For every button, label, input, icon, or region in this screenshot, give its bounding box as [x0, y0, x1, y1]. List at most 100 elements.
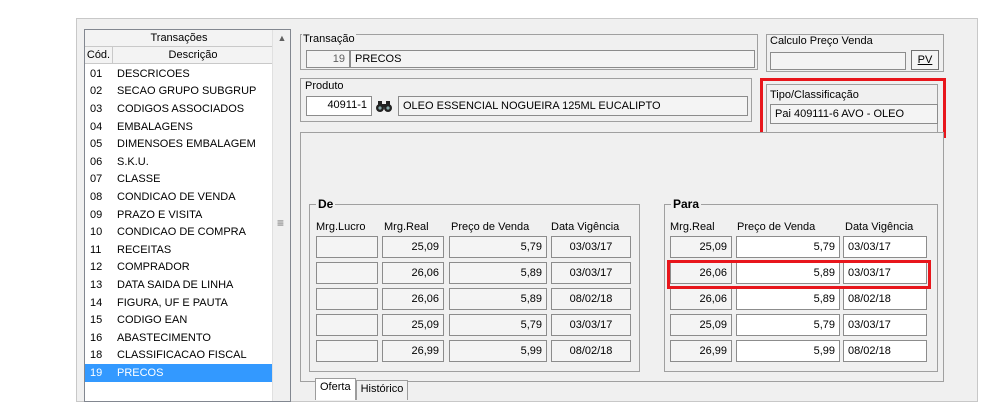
list-item-code: 18 — [90, 349, 103, 362]
list-item[interactable]: 15 CODIGO EAN — [85, 311, 273, 329]
para-mrg-real-field[interactable]: 26,06 — [670, 288, 732, 310]
de-data-field[interactable]: 03/03/17 — [551, 236, 631, 258]
de-header-data: Data Vigência — [551, 221, 620, 233]
para-data-field[interactable]: 03/03/17 — [843, 236, 927, 258]
de-mrg-lucro-field[interactable] — [316, 340, 378, 362]
list-item[interactable]: 02 SECAO GRUPO SUBGRUP — [85, 83, 273, 101]
para-mrg-real-field[interactable]: 25,09 — [670, 236, 732, 258]
de-mrg-real-field[interactable]: 26,06 — [382, 288, 444, 310]
de-preco-field[interactable]: 5,89 — [449, 262, 547, 284]
list-item-description: DIMENSOES EMBALAGEM — [117, 138, 256, 151]
de-mrg-lucro-field[interactable] — [316, 314, 378, 336]
list-item-code: 13 — [90, 278, 103, 291]
de-header-mrg-real: Mrg.Real — [384, 221, 429, 233]
de-mrg-lucro-field[interactable] — [316, 236, 378, 258]
list-scrollbar[interactable]: ▲ ≡ — [272, 30, 290, 401]
de-mrg-real-field[interactable]: 26,99 — [382, 340, 444, 362]
para-data-field[interactable]: 08/02/18 — [843, 288, 927, 310]
list-item[interactable]: 03 CODIGOS ASSOCIADOS — [85, 100, 273, 118]
list-column-headers: Cód. Descrição — [85, 47, 273, 64]
de-preco-field[interactable]: 5,99 — [449, 340, 547, 362]
list-item[interactable]: 19 PRECOS — [85, 364, 273, 382]
column-header-code[interactable]: Cód. — [85, 47, 113, 63]
de-preco-field[interactable]: 5,79 — [449, 236, 547, 258]
list-item-description: DATA SAIDA DE LINHA — [117, 278, 234, 291]
highlight-para-row — [667, 260, 931, 289]
tab-historico[interactable]: Histórico — [355, 380, 409, 400]
scroll-up-arrow-icon[interactable]: ▲ — [273, 30, 290, 47]
para-preco-field[interactable]: 5,79 — [736, 236, 840, 258]
calculo-field[interactable] — [770, 52, 906, 70]
list-item-description: COMPRADOR — [117, 261, 190, 274]
list-item-description: PRAZO E VISITA — [117, 208, 203, 221]
list-item[interactable]: 01 DESCRICOES — [85, 65, 273, 83]
list-item-code: 04 — [90, 120, 103, 133]
list-item[interactable]: 18 CLASSIFICACAO FISCAL — [85, 347, 273, 365]
list-item-description: CODIGOS ASSOCIADOS — [117, 102, 245, 115]
pv-button[interactable]: PV — [911, 50, 939, 70]
para-preco-field[interactable]: 5,89 — [736, 288, 840, 310]
para-header-data: Data Vigência — [845, 221, 914, 233]
list-item[interactable]: 11 RECEITAS — [85, 241, 273, 259]
de-data-field[interactable]: 03/03/17 — [551, 262, 631, 284]
list-item-description: RECEITAS — [117, 243, 172, 256]
list-item-code: 03 — [90, 102, 103, 115]
list-item[interactable]: 14 FIGURA, UF E PAUTA — [85, 294, 273, 312]
list-item-description: PRECOS — [117, 366, 164, 379]
produto-label: Produto — [304, 80, 345, 92]
list-item[interactable]: 16 ABASTECIMENTO — [85, 329, 273, 347]
list-item-code: 12 — [90, 261, 103, 274]
list-item-description: ABASTECIMENTO — [117, 331, 211, 344]
de-mrg-lucro-field[interactable] — [316, 288, 378, 310]
list-item[interactable]: 09 PRAZO E VISITA — [85, 206, 273, 224]
produto-code-field[interactable]: 40911-1 — [306, 96, 372, 116]
list-item-description: CODIGO EAN — [117, 314, 188, 327]
para-label: Para — [671, 197, 702, 211]
list-item-code: 06 — [90, 155, 103, 168]
de-header-preco: Preço de Venda — [451, 221, 530, 233]
para-preco-field[interactable]: 5,99 — [736, 340, 840, 362]
list-item[interactable]: 06 S.K.U. — [85, 153, 273, 171]
list-item-description: CLASSIFICACAO FISCAL — [117, 349, 247, 362]
de-mrg-real-field[interactable]: 26,06 — [382, 262, 444, 284]
transacao-number-field[interactable]: 19 — [306, 50, 350, 68]
de-preco-field[interactable]: 5,89 — [449, 288, 547, 310]
de-mrg-lucro-field[interactable] — [316, 262, 378, 284]
de-label: De — [316, 197, 336, 211]
scroll-grip-icon[interactable]: ≡ — [277, 216, 284, 230]
para-mrg-real-field[interactable]: 26,99 — [670, 340, 732, 362]
list-item[interactable]: 12 COMPRADOR — [85, 259, 273, 277]
de-data-field[interactable]: 03/03/17 — [551, 314, 631, 336]
list-item[interactable]: 07 CLASSE — [85, 171, 273, 189]
list-item[interactable]: 10 CONDICAO DE COMPRA — [85, 223, 273, 241]
highlight-tipo-box — [760, 78, 946, 138]
de-data-field[interactable]: 08/02/18 — [551, 340, 631, 362]
list-item-code: 11 — [90, 243, 102, 256]
de-data-field[interactable]: 08/02/18 — [551, 288, 631, 310]
de-preco-field[interactable]: 5,79 — [449, 314, 547, 336]
para-data-field[interactable]: 03/03/17 — [843, 314, 927, 336]
list-item-description: CONDICAO DE COMPRA — [117, 226, 246, 239]
binoculars-icon[interactable] — [375, 97, 393, 115]
para-data-field[interactable]: 08/02/18 — [843, 340, 927, 362]
list-item-description: DESCRICOES — [117, 67, 190, 80]
list-item[interactable]: 04 EMBALAGENS — [85, 118, 273, 136]
de-mrg-real-field[interactable]: 25,09 — [382, 314, 444, 336]
para-header-preco: Preço de Venda — [737, 221, 816, 233]
list-item[interactable]: 08 CONDICAO DE VENDA — [85, 188, 273, 206]
produto-description-field[interactable]: OLEO ESSENCIAL NOGUEIRA 125ML EUCALIPTO — [398, 96, 748, 116]
list-item[interactable]: 05 DIMENSOES EMBALAGEM — [85, 135, 273, 153]
para-preco-field[interactable]: 5,79 — [736, 314, 840, 336]
list-item-code: 16 — [90, 331, 103, 344]
de-mrg-real-field[interactable]: 25,09 — [382, 236, 444, 258]
transacoes-list[interactable]: Transações Cód. Descrição 01 DESCRICOES 02… — [84, 29, 291, 402]
list-item-code: 10 — [90, 226, 103, 239]
list-item-description: SECAO GRUPO SUBGRUP — [117, 85, 257, 98]
para-mrg-real-field[interactable]: 25,09 — [670, 314, 732, 336]
list-item[interactable]: 13 DATA SAIDA DE LINHA — [85, 276, 273, 294]
transacao-name-field[interactable]: PRECOS — [350, 50, 755, 68]
list-item-description: S.K.U. — [117, 155, 149, 168]
column-header-description[interactable]: Descrição — [113, 47, 273, 63]
tab-oferta[interactable]: Oferta — [315, 378, 356, 400]
list-title: Transações — [85, 30, 273, 47]
